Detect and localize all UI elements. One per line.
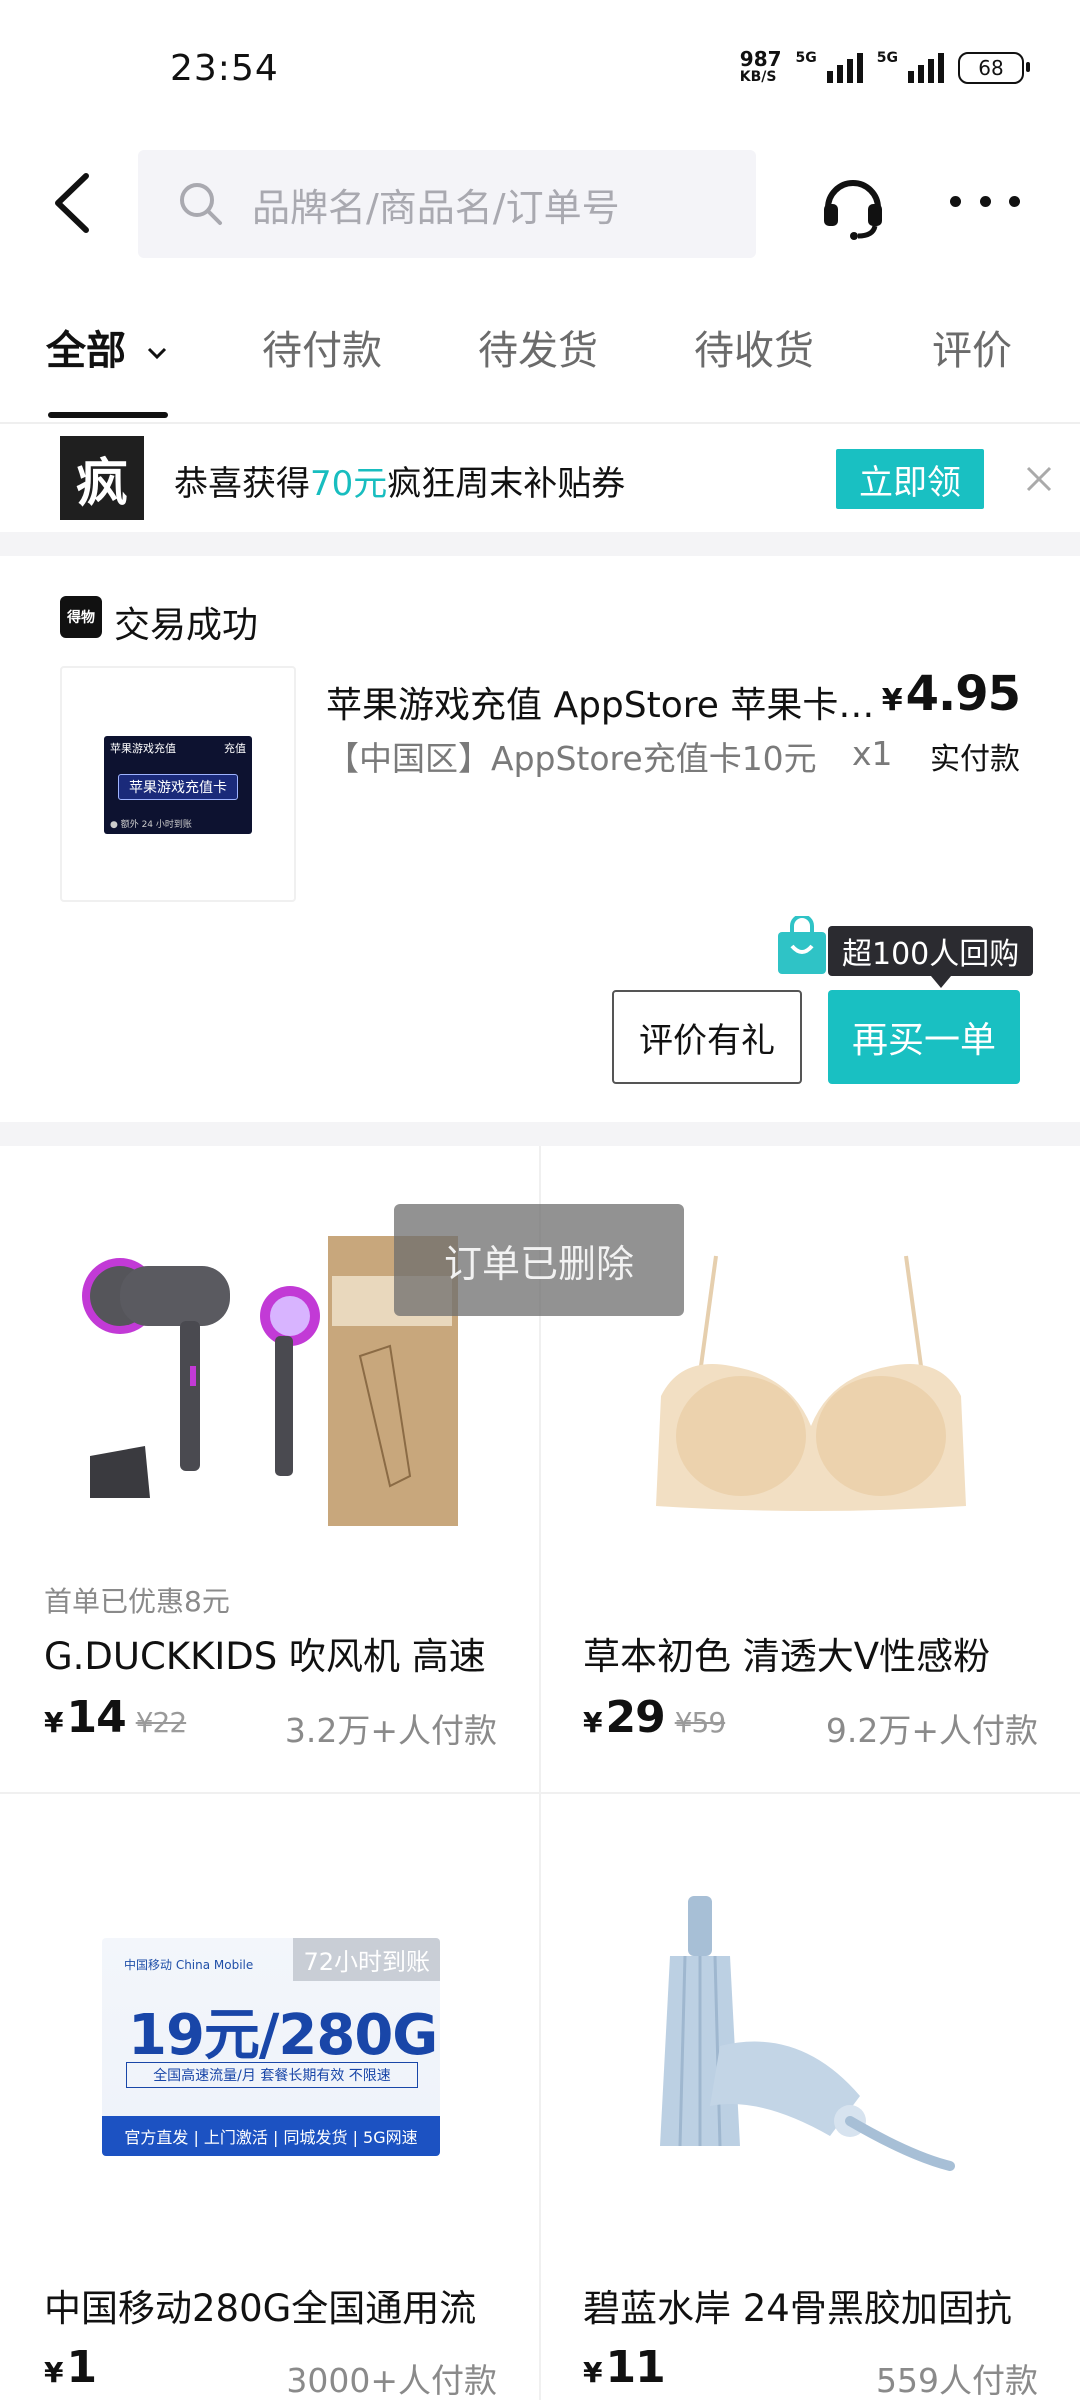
product-title: 草本初色 清透大V性感粉 (583, 1635, 991, 1678)
order-status: 交易成功 (114, 605, 259, 646)
price-note: 实付款 (930, 742, 1020, 777)
headset-icon[interactable] (818, 168, 888, 240)
product-sales: 3.2万+人付款 (284, 1711, 497, 1750)
shopping-bag-icon (778, 916, 826, 974)
bra-image (656, 1255, 966, 1511)
order-quantity: x1 (852, 734, 893, 773)
rebuy-tooltip: 超100人回购 (828, 926, 1034, 988)
product-sales: 9.2万+人付款 (825, 1711, 1038, 1750)
back-icon[interactable] (48, 168, 108, 238)
product-price: ¥29 ¥59 (583, 1692, 726, 1743)
product-promo: 首单已优惠8元 (44, 1585, 230, 1618)
section-gap (0, 1122, 1080, 1146)
search-input[interactable]: 品牌名/商品名/订单号 (138, 150, 756, 258)
more-icon[interactable] (950, 196, 1020, 210)
product-sales: 3000+人付款 (286, 2361, 497, 2400)
signal-icon-2 (908, 53, 944, 83)
buy-again-button[interactable]: 再买一单 (828, 990, 1020, 1084)
signal-icon (826, 53, 863, 83)
status-indicators: 987 KB/S 5G 5G 68 (739, 47, 1030, 86)
review-button[interactable]: 评价有礼 (612, 990, 802, 1084)
store-icon: 得物 (60, 596, 102, 638)
product-title: 中国移动280G全国通用流 (44, 2287, 477, 2330)
battery-icon: 68 (958, 52, 1030, 84)
coupon-text: 恭喜获得70元疯狂周末补贴券 (174, 464, 626, 504)
search-icon (180, 183, 222, 225)
sim1-label: 5G (795, 50, 817, 66)
product-price: ¥1 (44, 2342, 97, 2393)
coupon-logo: 疯 (60, 436, 144, 520)
sim2-label: 5G (876, 50, 898, 66)
tab-pending-payment[interactable]: 待付款 (262, 318, 382, 376)
status-time: 23:54 (170, 48, 279, 89)
close-icon[interactable] (1022, 462, 1056, 496)
tab-pending-shipment[interactable]: 待发货 (478, 318, 598, 376)
tab-pending-receipt[interactable]: 待收货 (694, 318, 814, 376)
gift-card-image: 苹果游戏充值 充值 苹果游戏充值卡 ● 额外 24 小时到账 (104, 736, 252, 834)
order-tabs: 全部 待付款 待发货 待收货 评价 (0, 318, 1080, 422)
order-product-thumbnail[interactable]: 苹果游戏充值 充值 苹果游戏充值卡 ● 额外 24 小时到账 (60, 666, 296, 902)
toast-message: 订单已删除 (394, 1204, 684, 1316)
tab-active-indicator (48, 412, 168, 418)
order-product-spec: 【中国区】AppStore充值卡10元 (326, 739, 817, 778)
section-gap (0, 532, 1080, 556)
product-sales: 559人付款 (876, 2361, 1038, 2400)
divider (0, 422, 1080, 424)
search-placeholder: 品牌名/商品名/订单号 (252, 185, 620, 230)
product-title: G.DUCKKIDS 吹风机 高速 (44, 1635, 486, 1678)
tab-all[interactable]: 全部 (46, 318, 168, 376)
product-price: ¥14 ¥22 (44, 1692, 187, 1743)
product-price: ¥11 (583, 2342, 666, 2393)
product-title: 碧蓝水岸 24骨黑胶加固抗 (583, 2287, 1012, 2330)
sim-card-image: 72小时到账 中国移动 China Mobile 19元/280G 全国高速流量… (102, 1938, 440, 2156)
claim-coupon-button[interactable]: 立即领 (836, 449, 984, 509)
order-price: ¥4.95 (881, 666, 1021, 722)
chevron-down-icon (147, 347, 166, 360)
order-product-title[interactable]: 苹果游戏充值 AppStore 苹果卡充值 苹果充值 (326, 676, 886, 728)
tab-review[interactable]: 评价 (932, 318, 1012, 376)
net-speed: 987 KB/S (739, 47, 782, 85)
umbrella-image (660, 1896, 955, 2171)
